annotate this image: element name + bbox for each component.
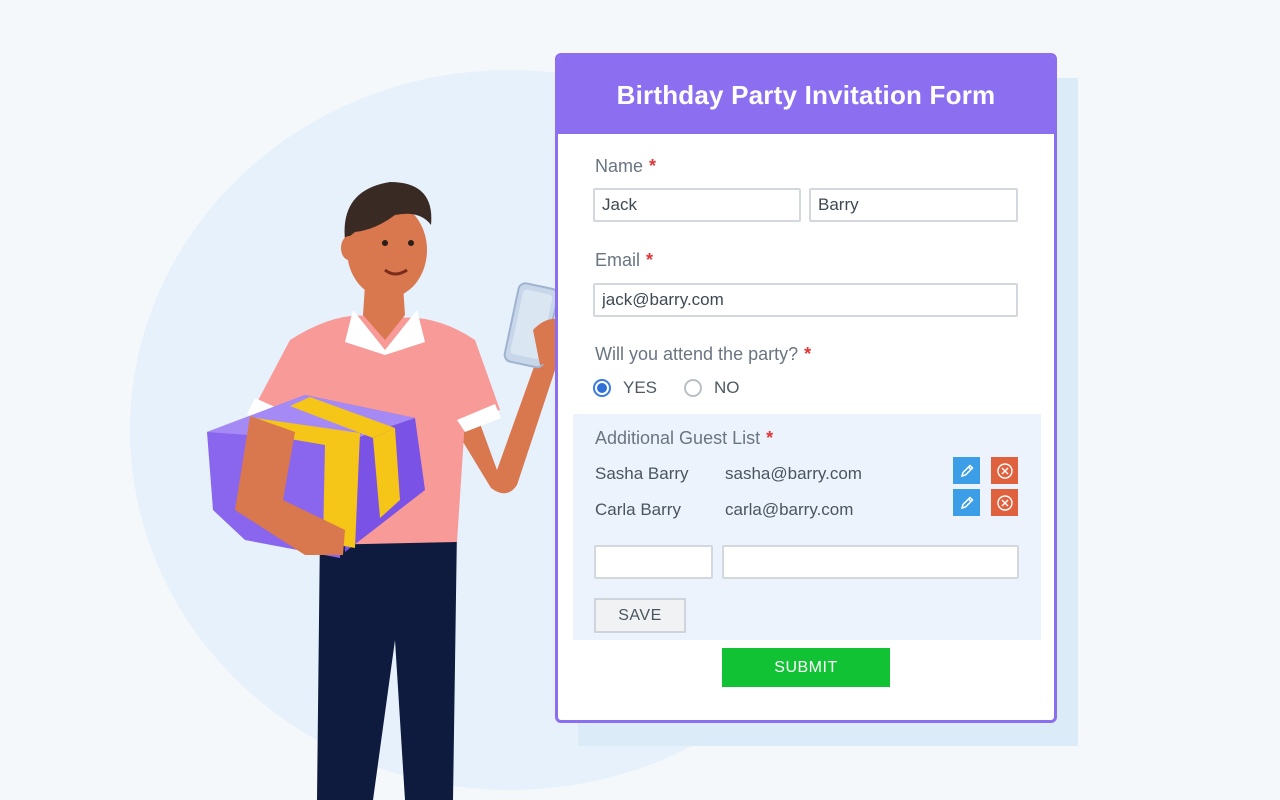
attend-label: Will you attend the party? * [595,344,811,365]
man-with-gift-illustration [207,182,567,800]
attend-label-text: Will you attend the party? [595,344,799,364]
save-guest-button[interactable]: SAVE [594,598,686,633]
new-guest-name-input[interactable] [594,545,713,579]
guest-row: Carla Barry carla@barry.com [595,500,853,520]
guest-row: Sasha Barry sasha@barry.com [595,464,862,484]
radio-no-label: NO [714,378,740,397]
guest-name: Sasha Barry [595,464,689,483]
save-button-label: SAVE [618,606,662,624]
edit-guest-button[interactable] [953,457,980,484]
name-label-text: Name [595,156,644,176]
email-label-text: Email [595,250,641,270]
radio-yes[interactable] [593,379,611,397]
eye-left [382,240,388,246]
required-mark: * [646,250,654,270]
pencil-icon [960,495,974,509]
guest-list-label: Additional Guest List * [595,428,773,449]
form-header: Birthday Party Invitation Form [558,56,1054,134]
first-name-input[interactable] [593,188,801,222]
delete-guest-button[interactable] [991,489,1018,516]
guest-email: sasha@barry.com [725,464,862,483]
pencil-icon [960,463,974,477]
radio-no[interactable] [684,379,703,397]
email-input[interactable] [593,283,1018,317]
email-label: Email * [595,250,653,271]
ear-shape [341,236,357,260]
radio-yes-label: YES [623,378,658,397]
required-mark: * [649,156,657,176]
last-name-input[interactable] [809,188,1018,222]
close-circle-icon [996,494,1013,511]
required-mark: * [766,428,774,448]
guest-list-label-text: Additional Guest List [595,428,761,448]
submit-button[interactable]: SUBMIT [722,648,890,687]
name-label: Name * [595,156,656,177]
radio-option-no[interactable]: NO [684,378,740,398]
attend-radio-group: YES NO [593,378,740,398]
eye-right [408,240,414,246]
pants-shape [317,528,457,800]
new-guest-email-input[interactable] [722,545,1019,579]
delete-guest-button[interactable] [991,457,1018,484]
submit-button-label: SUBMIT [774,658,838,676]
guest-email: carla@barry.com [725,500,854,519]
guest-name: Carla Barry [595,500,681,519]
invitation-form: Birthday Party Invitation Form Name* Ema… [555,53,1057,723]
guest-list-panel: Additional Guest List * Sasha Barry sasha… [573,414,1041,640]
radio-option-yes[interactable]: YES [593,378,657,398]
edit-guest-button[interactable] [953,489,980,516]
required-mark: * [804,344,812,364]
close-circle-icon [996,462,1013,479]
form-title: Birthday Party Invitation Form [616,79,996,110]
